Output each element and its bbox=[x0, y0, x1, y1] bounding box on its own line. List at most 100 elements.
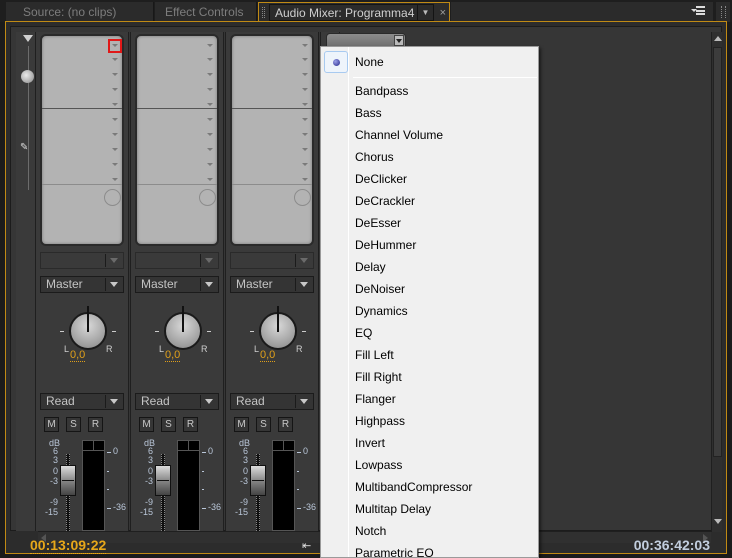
effect-slot-arrow-icon[interactable] bbox=[302, 148, 308, 151]
go-to-in-icon[interactable]: ⇤ bbox=[302, 539, 311, 552]
peak-indicator[interactable] bbox=[273, 441, 294, 451]
automation-mode-dropdown[interactable]: Read bbox=[40, 393, 124, 410]
effects-knob-icon[interactable] bbox=[21, 70, 34, 83]
track-output-dropdown[interactable]: Master bbox=[230, 276, 314, 293]
effect-slot-arrow-icon[interactable] bbox=[302, 73, 308, 76]
effect-slot-arrow-icon[interactable] bbox=[112, 178, 118, 181]
menu-item[interactable]: Lowpass bbox=[355, 454, 402, 476]
effect-slot-arrow-icon[interactable] bbox=[112, 103, 118, 106]
pan-value[interactable]: 0,0 bbox=[165, 350, 181, 362]
volume-fader-handle[interactable] bbox=[155, 465, 171, 496]
effect-slot-arrow-icon[interactable] bbox=[207, 73, 213, 76]
menu-item[interactable]: DeCrackler bbox=[355, 190, 415, 212]
menu-item[interactable]: Fill Right bbox=[355, 366, 402, 388]
solo-button[interactable]: S bbox=[66, 417, 81, 432]
effect-slot-arrow-icon[interactable] bbox=[112, 163, 118, 166]
menu-item[interactable]: Invert bbox=[355, 432, 385, 454]
effect-slot-arrow-icon[interactable] bbox=[207, 58, 213, 61]
chevron-down-icon[interactable]: ▼ bbox=[417, 5, 433, 20]
send-knob[interactable] bbox=[199, 189, 216, 206]
menu-item[interactable]: Delay bbox=[355, 256, 386, 278]
send-assignment-dropdown[interactable] bbox=[135, 252, 219, 269]
effect-slot-arrow-icon[interactable] bbox=[207, 88, 213, 91]
scroll-down-icon[interactable] bbox=[714, 519, 722, 524]
volume-fader-handle[interactable] bbox=[60, 465, 76, 496]
record-button[interactable]: R bbox=[278, 417, 293, 432]
menu-item[interactable]: DeHummer bbox=[355, 234, 416, 256]
effect-slot-arrow-icon[interactable] bbox=[112, 118, 118, 121]
effect-slot-arrow-icon[interactable] bbox=[302, 178, 308, 181]
automation-mode-dropdown[interactable]: Read bbox=[230, 393, 314, 410]
tab-grip-icon[interactable] bbox=[262, 7, 265, 18]
menu-item[interactable]: Fill Left bbox=[355, 344, 394, 366]
mute-button[interactable]: M bbox=[139, 417, 154, 432]
effect-slot-arrow-icon[interactable] bbox=[207, 163, 213, 166]
mute-button[interactable]: M bbox=[234, 417, 249, 432]
record-button[interactable]: R bbox=[183, 417, 198, 432]
effect-slot-arrow-icon[interactable] bbox=[112, 58, 118, 61]
effect-slot-arrow-icon[interactable] bbox=[302, 118, 308, 121]
pan-value[interactable]: 0,0 bbox=[70, 350, 86, 362]
effect-slot-arrow-icon[interactable] bbox=[207, 44, 213, 47]
solo-button[interactable]: S bbox=[161, 417, 176, 432]
menu-item[interactable]: Parametric EQ bbox=[355, 542, 434, 557]
solo-button[interactable]: S bbox=[256, 417, 271, 432]
pan-value[interactable]: 0,0 bbox=[260, 350, 276, 362]
menu-item[interactable]: Bass bbox=[355, 102, 382, 124]
tab-effect-controls[interactable]: Effect Controls bbox=[155, 2, 257, 22]
vertical-scrollbar[interactable] bbox=[711, 32, 722, 532]
tab-source[interactable]: Source: (no clips) bbox=[6, 2, 154, 22]
menu-item[interactable]: Multitap Delay bbox=[355, 498, 431, 520]
send-assignment-dropdown[interactable] bbox=[230, 252, 314, 269]
effects-sends-area[interactable] bbox=[40, 34, 124, 246]
panel-menu-icon[interactable] bbox=[691, 6, 705, 17]
effects-sends-area[interactable] bbox=[135, 34, 219, 246]
menu-item[interactable]: Chorus bbox=[355, 146, 394, 168]
scroll-thumb[interactable] bbox=[713, 47, 722, 457]
effect-slot-arrow-icon[interactable] bbox=[207, 178, 213, 181]
send-knob[interactable] bbox=[294, 189, 311, 206]
menu-item[interactable]: EQ bbox=[355, 322, 372, 344]
effect-slot-arrow-icon[interactable] bbox=[302, 58, 308, 61]
expand-effects-icon[interactable] bbox=[23, 35, 33, 42]
track-output-dropdown[interactable]: Master bbox=[135, 276, 219, 293]
panel-grip-icon[interactable] bbox=[716, 2, 730, 22]
menu-item[interactable]: Highpass bbox=[355, 410, 405, 432]
menu-item[interactable]: DeClicker bbox=[355, 168, 407, 190]
menu-item[interactable]: None bbox=[355, 51, 384, 73]
tab-audio-mixer[interactable]: Audio Mixer: Programma4 ▼ × bbox=[258, 2, 450, 23]
menu-item[interactable]: DeEsser bbox=[355, 212, 401, 234]
effect-slot-arrow-icon[interactable] bbox=[302, 103, 308, 106]
volume-fader-handle[interactable] bbox=[250, 465, 266, 496]
automation-mode-dropdown[interactable]: Read bbox=[135, 393, 219, 410]
effect-slot-arrow-icon[interactable] bbox=[207, 118, 213, 121]
effect-slot-arrow-icon[interactable] bbox=[207, 148, 213, 151]
chevron-down-icon[interactable] bbox=[394, 35, 404, 46]
menu-item[interactable]: DeNoiser bbox=[355, 278, 405, 300]
effect-slot-arrow-icon[interactable] bbox=[302, 133, 308, 136]
menu-item[interactable]: Dynamics bbox=[355, 300, 408, 322]
effect-slot-arrow-icon[interactable] bbox=[302, 88, 308, 91]
menu-item[interactable]: MultibandCompressor bbox=[355, 476, 472, 498]
menu-item[interactable]: Bandpass bbox=[355, 80, 408, 102]
effect-slot-arrow-icon[interactable] bbox=[302, 163, 308, 166]
sends-icon[interactable]: ✎ bbox=[20, 142, 32, 153]
close-icon[interactable]: × bbox=[440, 3, 446, 23]
track-output-dropdown[interactable]: Master bbox=[40, 276, 124, 293]
effect-slot-arrow-icon[interactable] bbox=[207, 103, 213, 106]
send-knob[interactable] bbox=[104, 189, 121, 206]
menu-item[interactable]: Flanger bbox=[355, 388, 396, 410]
effect-slot-arrow-icon[interactable] bbox=[108, 39, 122, 53]
send-assignment-dropdown[interactable] bbox=[40, 252, 124, 269]
effect-slot-arrow-icon[interactable] bbox=[112, 133, 118, 136]
effects-sends-area[interactable] bbox=[230, 34, 314, 246]
menu-item[interactable]: Channel Volume bbox=[355, 124, 443, 146]
sequence-selector[interactable]: Audio Mixer: Programma4 ▼ bbox=[269, 4, 434, 21]
scroll-up-icon[interactable] bbox=[714, 36, 722, 41]
peak-indicator[interactable] bbox=[83, 441, 104, 451]
effect-slot-arrow-icon[interactable] bbox=[112, 73, 118, 76]
record-button[interactable]: R bbox=[88, 417, 103, 432]
effect-slot-arrow-icon[interactable] bbox=[112, 88, 118, 91]
mute-button[interactable]: M bbox=[44, 417, 59, 432]
effect-slot-arrow-icon[interactable] bbox=[112, 148, 118, 151]
